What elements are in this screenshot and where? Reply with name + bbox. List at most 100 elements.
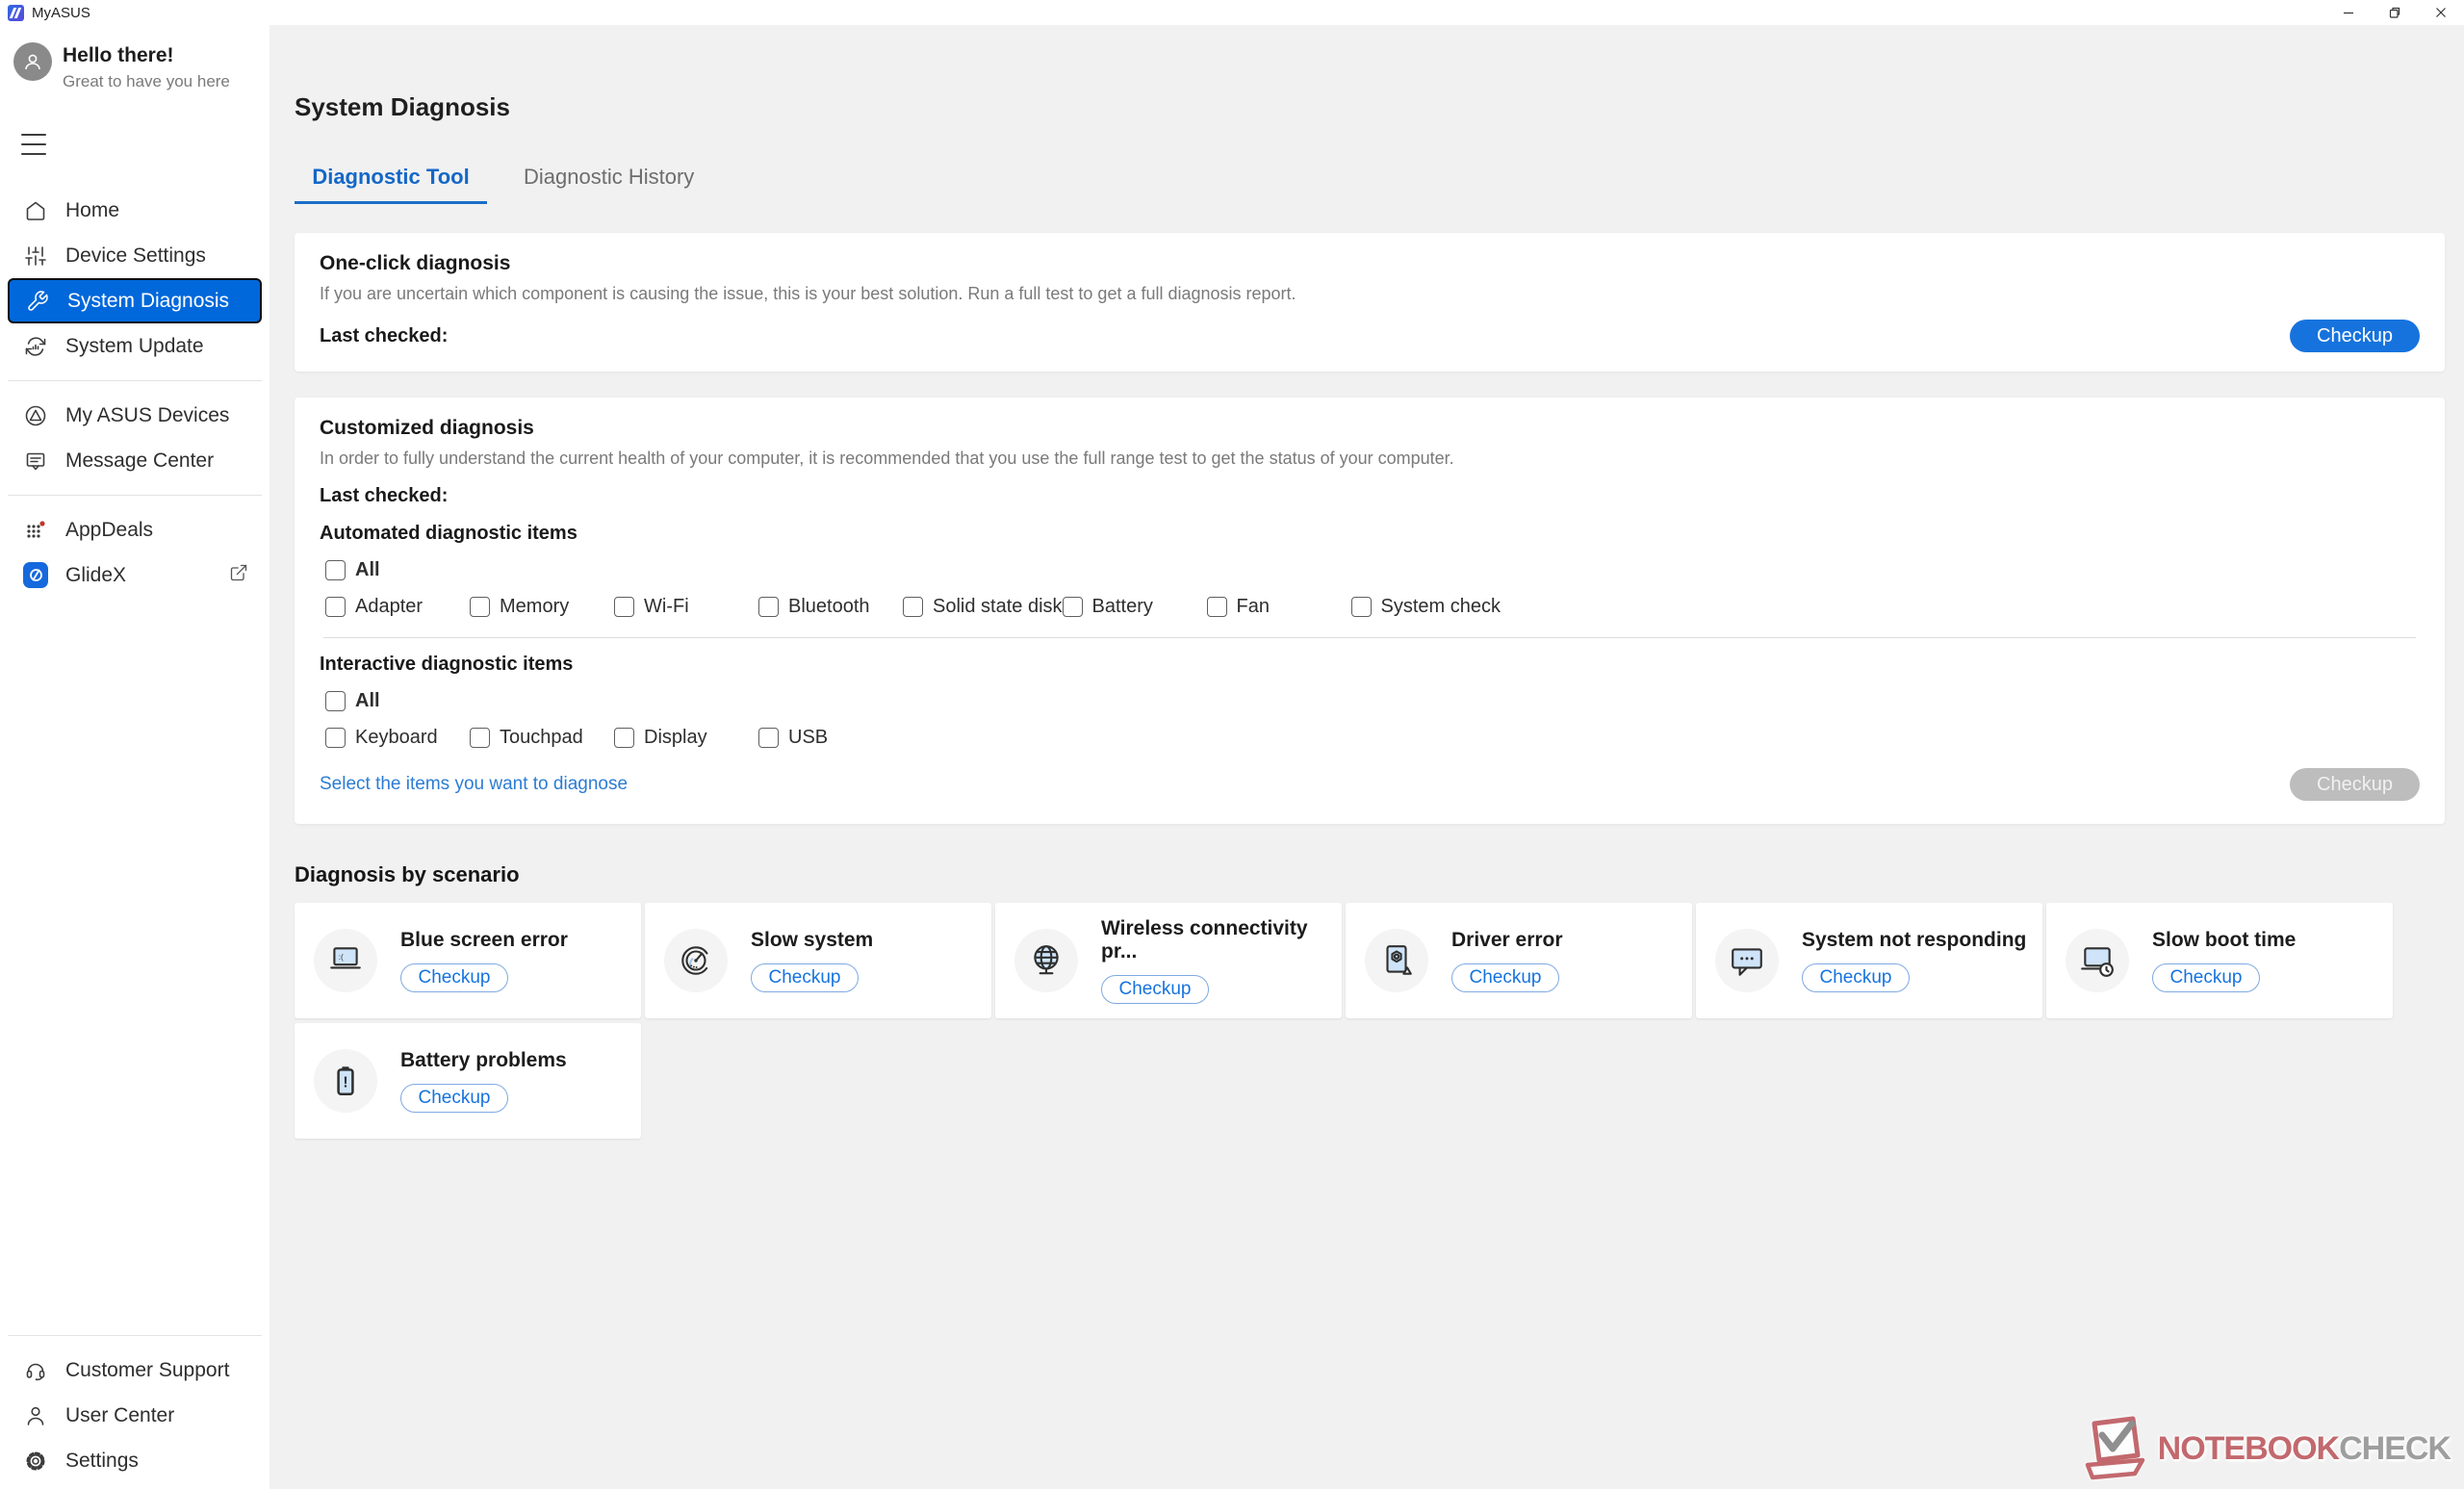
customized-last-checked: Last checked: [320,485,2420,507]
gear-icon [23,1449,48,1474]
greeting-title: Hello there! [63,44,230,67]
checkbox[interactable] [758,728,779,748]
customized-checkup-button[interactable]: Checkup [2290,768,2420,801]
sidebar-item-home[interactable]: Home [0,188,270,233]
card-system-not-responding: System not responding Checkup [1696,903,2042,1018]
checkbox-touchpad[interactable]: Touchpad [470,727,614,749]
checkbox[interactable] [1207,597,1227,617]
card-blue-screen-error: :( Blue screen error Checkup [295,903,641,1018]
sidebar-item-label: Device Settings [65,244,206,268]
checkbox[interactable] [325,691,346,711]
checkbox[interactable] [614,728,634,748]
card-driver-error: Driver error Checkup [1346,903,1692,1018]
slow-boot-checkup-button[interactable]: Checkup [2152,963,2260,992]
checkbox[interactable] [325,728,346,748]
user-icon [23,1403,48,1428]
greeting-subtitle: Great to have you here [63,72,230,91]
myasus-logo-icon [8,5,24,21]
card-battery-problems: ! Battery problems Checkup [295,1023,641,1139]
sidebar-item-label: AppDeals [65,519,153,542]
sidebar-item-customer-support[interactable]: Customer Support [0,1348,270,1393]
checkbox-system-check[interactable]: System check [1351,596,1501,618]
sidebar-item-message-center[interactable]: Message Center [0,438,270,483]
profile-block[interactable]: Hello there! Great to have you here [0,25,270,91]
checkbox-keyboard[interactable]: Keyboard [325,727,470,749]
scenario-card-title: Slow system [751,929,873,952]
avatar [13,42,52,81]
checkbox-automated-all[interactable]: All [325,559,380,581]
scenario-card-title: Wireless connectivity pr... [1101,917,1342,963]
minimize-button[interactable] [2325,0,2372,25]
sidebar-item-system-update[interactable]: System Update [0,323,270,369]
sidebar-nav-devices: My ASUS Devices Message Center [0,393,270,483]
checkbox-adapter[interactable]: Adapter [325,596,470,618]
checkbox-interactive-all[interactable]: All [325,690,380,712]
sidebar-item-device-settings[interactable]: Device Settings [0,233,270,278]
checkbox[interactable] [903,597,923,617]
not-responding-checkup-button[interactable]: Checkup [1802,963,1910,992]
checkbox-bluetooth[interactable]: Bluetooth [758,596,903,618]
tab-diagnostic-history[interactable]: Diagnostic History [524,155,694,204]
wireless-checkup-button[interactable]: Checkup [1101,975,1209,1004]
checkbox-wifi[interactable]: Wi-Fi [614,596,758,618]
checkbox[interactable] [325,597,346,617]
battery-checkup-button[interactable]: Checkup [400,1084,508,1113]
checkbox-memory[interactable]: Memory [470,596,614,618]
sidebar-item-label: User Center [65,1404,174,1427]
titlebar: MyASUS [0,0,2464,25]
card-wireless-connectivity: Wireless connectivity pr... Checkup [995,903,1342,1018]
close-icon [2433,5,2449,20]
checkbox[interactable] [325,560,346,580]
checkbox-display[interactable]: Display [614,727,758,749]
one-click-checkup-button[interactable]: Checkup [2290,320,2420,352]
close-button[interactable] [2418,0,2464,25]
sidebar-item-label: Home [65,199,119,222]
driver-error-checkup-button[interactable]: Checkup [1451,963,1559,992]
sidebar-nav-top: Home Device Settings System Diagnosis [0,188,270,369]
external-link-icon [229,563,248,588]
checkbox[interactable] [1063,597,1083,617]
one-click-description: If you are uncertain which component is … [320,284,2420,304]
sidebar-item-label: System Diagnosis [67,290,229,313]
sidebar-item-appdeals[interactable]: AppDeals [0,507,270,552]
sidebar-item-my-asus-devices[interactable]: My ASUS Devices [0,393,270,438]
svg-text:!: ! [343,1074,347,1091]
sidebar-item-user-center[interactable]: User Center [0,1393,270,1438]
sidebar-item-glidex[interactable]: GlideX [0,552,270,598]
sidebar-item-label: Customer Support [65,1359,229,1382]
slow-system-checkup-button[interactable]: Checkup [751,963,859,992]
checkbox[interactable] [614,597,634,617]
restore-button[interactable] [2372,0,2418,25]
checkbox-solid-state-disk[interactable]: Solid state disk [903,596,1063,618]
watermark-text-check: CHECK [2339,1430,2451,1467]
sliders-icon [23,244,48,269]
customized-title: Customized diagnosis [320,417,2420,440]
blue-screen-icon: :( [314,929,377,992]
speech-bubble-icon [1715,929,1779,992]
sidebar-item-label: Settings [65,1450,139,1473]
sidebar-item-label: Message Center [65,449,214,473]
checkbox[interactable] [1351,597,1372,617]
sidebar: Hello there! Great to have you here Home… [0,25,270,1489]
hamburger-menu-icon[interactable] [21,134,46,155]
sidebar-nav-apps: AppDeals GlideX [0,507,270,598]
scenario-card-title: System not responding [1802,929,2026,952]
app-title: MyASUS [32,5,90,21]
scenario-cards: :( Blue screen error Checkup Slow system [295,903,2393,1139]
blue-screen-checkup-button[interactable]: Checkup [400,963,508,992]
interactive-items-row: Keyboard Touchpad Display USB [320,727,2420,749]
checkbox-battery[interactable]: Battery [1063,596,1207,618]
one-click-title: One-click diagnosis [320,252,2420,275]
checkbox-fan[interactable]: Fan [1207,596,1351,618]
notebookcheck-watermark: NOTEBOOKCHECK [2073,1412,2451,1485]
checkbox[interactable] [758,597,779,617]
select-items-link[interactable]: Select the items you want to diagnose [320,774,628,795]
automated-all-row: All [320,559,2420,581]
sidebar-item-system-diagnosis[interactable]: System Diagnosis [8,278,262,323]
wrench-icon [25,289,50,314]
checkbox-usb[interactable]: USB [758,727,828,749]
sidebar-item-settings[interactable]: Settings [0,1438,270,1483]
checkbox[interactable] [470,728,490,748]
tab-diagnostic-tool[interactable]: Diagnostic Tool [295,155,487,204]
checkbox[interactable] [470,597,490,617]
